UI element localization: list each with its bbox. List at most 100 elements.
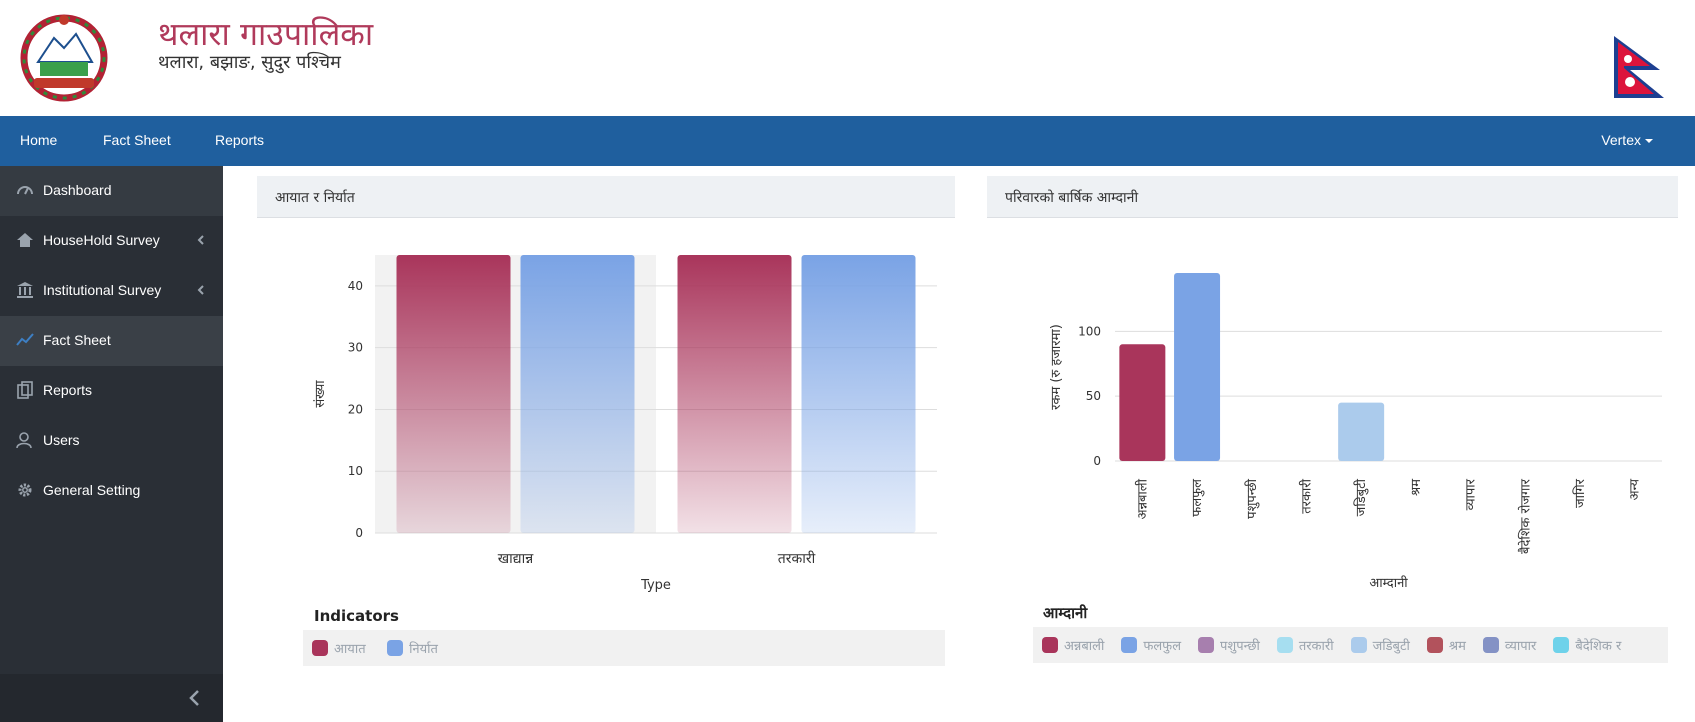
chevron-left-icon — [189, 690, 199, 706]
home-icon — [17, 233, 33, 247]
y-tick-label: 100 — [1078, 324, 1101, 338]
legend-swatch — [1042, 637, 1058, 653]
user-icon — [16, 432, 32, 449]
x-tick-label: अन्नबाली — [1134, 478, 1150, 519]
y-axis-label: संख्या — [313, 380, 328, 408]
legend-label: फलफुल — [1143, 639, 1182, 654]
user-name: Vertex — [1601, 132, 1641, 148]
sidebar-item-users[interactable]: Users — [0, 416, 223, 466]
x-tick-label: बैदेशिक रोजगार — [1517, 478, 1533, 554]
legend-swatch — [312, 640, 328, 656]
legend-label: जडिबुटी — [1372, 639, 1410, 654]
y-tick-label: 40 — [348, 279, 363, 293]
panel-title: आयात र निर्यात — [275, 190, 355, 206]
x-tick-label: जागिर — [1572, 478, 1588, 508]
chevron-left-icon — [197, 235, 204, 245]
y-tick-label: 50 — [1086, 389, 1101, 403]
y-tick-label: 0 — [1093, 454, 1101, 468]
y-tick-label: 20 — [348, 402, 363, 416]
legend-item[interactable]: तरकारी — [1276, 636, 1334, 654]
user-menu-dropdown[interactable]: Vertex — [1601, 132, 1653, 148]
legend-item[interactable]: पशुपन्छी — [1198, 636, 1260, 654]
bar-import — [396, 255, 511, 533]
legend-label: श्रम — [1448, 639, 1466, 654]
legend-swatch — [1198, 637, 1215, 653]
sidebar-item-label: Users — [43, 432, 80, 448]
legend-label: बैदेशिक र — [1575, 639, 1622, 654]
bar-export — [520, 255, 635, 533]
sidebar-item-fact-sheet[interactable]: Fact Sheet — [0, 316, 223, 366]
legend-label: अन्नबाली — [1064, 639, 1105, 654]
income-bar — [1119, 344, 1166, 461]
legend-item-import[interactable]: आयात — [312, 639, 366, 657]
x-tick-label: श्रम — [1409, 479, 1424, 496]
bar-import — [677, 255, 792, 533]
legend-swatch — [1426, 637, 1443, 653]
y-tick-label: 30 — [348, 341, 363, 355]
x-axis-label: आम्दानी — [1369, 575, 1408, 591]
legend-item[interactable]: श्रम — [1426, 636, 1466, 654]
legend-label: आयात — [334, 642, 366, 657]
nav-fact-sheet-link[interactable]: Fact Sheet — [103, 132, 171, 148]
legend-label: निर्यात — [409, 642, 438, 657]
copy-icon — [17, 381, 33, 399]
sidebar-item-household-survey[interactable]: HouseHold Survey — [0, 216, 223, 266]
sidebar-item-label: Fact Sheet — [43, 332, 111, 348]
dashboard-icon — [17, 186, 33, 195]
y-tick-label: 0 — [355, 526, 363, 540]
sidebar-collapse-button[interactable] — [0, 674, 223, 722]
x-axis-label: Type — [640, 578, 671, 593]
nav-reports-link[interactable]: Reports — [215, 132, 264, 148]
legend-swatch — [1482, 637, 1499, 653]
legend-item[interactable]: व्यापार — [1482, 636, 1537, 654]
import-export-bar-chart: 0 10 20 30 40 खाद्यान्न तरकारी Type संख्या — [313, 255, 937, 593]
line-chart-icon — [16, 333, 34, 346]
legend-swatch — [1276, 637, 1293, 653]
x-tick-label: पशुपन्छी — [1244, 478, 1260, 518]
income-legend-title: आम्दानी — [1043, 604, 1088, 622]
family-income-panel-header: परिवारको बार्षिक आम्दानी — [987, 176, 1678, 218]
legend-label: व्यापार — [1504, 639, 1537, 654]
municipality-title: थलारा गाउपालिका — [158, 15, 374, 53]
sidebar-item-reports[interactable]: Reports — [0, 366, 223, 416]
legend-item[interactable]: फलफुल — [1121, 636, 1181, 654]
indicators-legend: आयात निर्यात — [303, 630, 945, 666]
bar-export — [801, 255, 916, 533]
sidebar-item-dashboard[interactable]: Dashboard — [0, 166, 223, 216]
x-tick-label: फलफुल — [1190, 479, 1205, 517]
sidebar-item-general-setting[interactable]: General Setting — [0, 466, 223, 516]
x-tick-label: तरकारी — [778, 550, 816, 567]
sidebar-item-label: Dashboard — [43, 182, 112, 198]
legend-item[interactable]: बैदेशिक र — [1553, 636, 1621, 654]
x-tick-label: तरकारी — [1298, 478, 1314, 513]
x-tick-label: खाद्यान्न — [498, 551, 535, 567]
x-tick-label: जडिबुटी — [1353, 478, 1369, 516]
panel-title: परिवारको बार्षिक आम्दानी — [1005, 190, 1139, 206]
gear-icon — [18, 483, 32, 497]
income-legend: अन्नबाली फलफुल पशुपन्छी तरकारी जडिबुटी श्रम व्… — [1033, 627, 1668, 663]
sidebar: Dashboard HouseHold Survey Institutional… — [0, 166, 223, 722]
top-navbar: Home Fact Sheet Reports Vertex — [0, 116, 1695, 166]
legend-label: पशुपन्छी — [1220, 639, 1260, 654]
municipality-address: थलारा, बझाङ, सुदुर पश्चिम — [158, 52, 341, 73]
sidebar-item-institutional-survey[interactable]: Institutional Survey — [0, 266, 223, 316]
nepal-emblem-logo — [20, 14, 108, 102]
legend-label: तरकारी — [1298, 639, 1334, 654]
income-bar — [1338, 402, 1385, 461]
sidebar-item-label: Institutional Survey — [43, 282, 162, 298]
nav-home-link[interactable]: Home — [20, 132, 57, 148]
legend-swatch — [1553, 637, 1570, 653]
sidebar-item-label: Reports — [43, 382, 93, 398]
x-tick-label: अन्य — [1628, 479, 1643, 501]
legend-item[interactable]: जडिबुटी — [1350, 636, 1410, 654]
legend-item[interactable]: अन्नबाली — [1042, 636, 1104, 654]
y-axis-label: रकम (रु हजारमा) — [1049, 324, 1064, 410]
family-income-bar-chart: 0 50 100 अन्नबाली फलफुल पशुपन्छी तरकारी जडिबुटी… — [1049, 273, 1662, 591]
site-header: थलारा गाउपालिका थलारा, बझाङ, सुदुर पश्चि… — [0, 0, 1695, 116]
sidebar-item-label: General Setting — [43, 482, 141, 498]
legend-swatch — [1121, 637, 1138, 653]
sidebar-item-label: HouseHold Survey — [43, 232, 160, 248]
nepal-flag-icon — [1614, 36, 1664, 98]
income-bar — [1174, 273, 1221, 461]
legend-item-export[interactable]: निर्यात — [387, 639, 438, 657]
